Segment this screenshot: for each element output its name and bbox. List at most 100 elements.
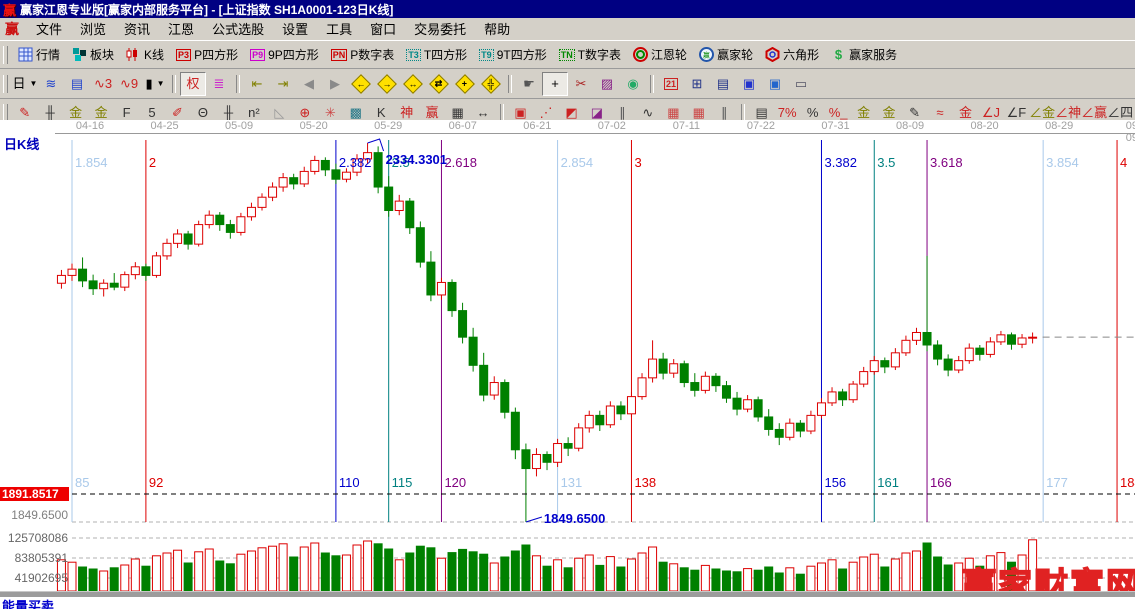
- mark-tool-button[interactable]: ▨: [594, 72, 620, 96]
- save-button[interactable]: ▣: [736, 72, 762, 96]
- calendar-icon: 21: [663, 77, 678, 90]
- erase-tool-button[interactable]: ✂: [568, 72, 594, 96]
- menu-item-帮助[interactable]: 帮助: [475, 20, 519, 39]
- first-page-button[interactable]: ⇤: [244, 72, 270, 96]
- svg-text:177: 177: [1046, 475, 1068, 490]
- winner-service-label: 赢家服务: [849, 48, 898, 62]
- winner-wheel-button[interactable]: 赢赢家轮: [693, 43, 759, 67]
- svg-text:184: 184: [1120, 475, 1135, 490]
- t9-square-button[interactable]: T9 9T四方形: [473, 43, 553, 67]
- menu-item-文件[interactable]: 文件: [27, 20, 71, 39]
- svg-text:166: 166: [930, 475, 952, 490]
- sector-button[interactable]: 板块: [66, 43, 120, 67]
- compress-9-button[interactable]: ∿9: [116, 72, 142, 96]
- draw-pen-icon: ✎: [19, 104, 31, 120]
- pan-hand-button[interactable]: ☛: [516, 72, 542, 96]
- width-arrows-icon: ↔: [476, 104, 490, 120]
- svg-text:3: 3: [634, 155, 641, 170]
- ex-rights-icon: 权: [186, 75, 200, 91]
- t-square-button[interactable]: T3 T四方形: [400, 43, 473, 67]
- shift-left-icon: ←: [351, 73, 371, 94]
- pan-hand-icon: ☛: [523, 75, 535, 91]
- toolbar-grip[interactable]: [3, 103, 8, 122]
- erase-tool-icon: ✂: [575, 75, 587, 91]
- dollar-icon: $: [831, 47, 846, 62]
- p9-square-icon: P9: [250, 48, 266, 61]
- t9-square-label: 9T四方形: [496, 48, 547, 62]
- menu-item-资讯[interactable]: 资讯: [115, 20, 159, 39]
- zoom-full-button[interactable]: ╬: [478, 72, 504, 96]
- indicator-row: 能量买卖: [0, 597, 1135, 609]
- toolbar-grip[interactable]: [3, 74, 8, 93]
- hexagon-icon: [765, 47, 780, 62]
- svg-text:138: 138: [634, 475, 656, 490]
- crosshair-button[interactable]: +: [542, 71, 568, 96]
- indicator-label[interactable]: 能量买卖: [2, 596, 54, 609]
- kline-icon: [126, 47, 141, 62]
- fib-grid-icon: F: [122, 104, 131, 120]
- svg-text:156: 156: [824, 475, 846, 490]
- shift-right-button[interactable]: →: [374, 72, 400, 96]
- winner-service-button[interactable]: $ 赢家服务: [825, 43, 903, 67]
- shrink-x-icon: ⇄: [429, 73, 449, 94]
- period-day-button[interactable]: 日 ▼: [12, 72, 38, 96]
- save-icon: ▣: [742, 75, 756, 91]
- p-square-button[interactable]: P3 P四方形: [170, 43, 244, 67]
- dropdown-caret-icon: ▼: [29, 79, 38, 88]
- chart-canvas[interactable]: 2.51.854852922.382110 1152.6181202.854131…: [0, 120, 1135, 609]
- overlay-window-button[interactable]: ≋: [38, 72, 64, 96]
- toolbar-separator: [236, 74, 240, 93]
- quote-list-button[interactable]: 行情: [12, 43, 66, 67]
- expand-x-button[interactable]: ↔: [400, 72, 426, 96]
- last-page-button[interactable]: ⇥: [270, 72, 296, 96]
- shrink-x-button[interactable]: ⇄: [426, 72, 452, 96]
- svg-text:$: $: [835, 47, 843, 62]
- smart-tool-button[interactable]: ◉: [620, 72, 646, 96]
- print-button[interactable]: ▭: [788, 72, 814, 96]
- kline-button[interactable]: K线: [120, 43, 170, 67]
- child-window-icon[interactable]: 赢: [0, 19, 27, 39]
- calculator-button[interactable]: ⊞: [684, 72, 710, 96]
- shift-left-button[interactable]: ←: [348, 72, 374, 96]
- gann-wheel-label: 江恩轮: [651, 48, 688, 62]
- menu-item-工具[interactable]: 工具: [317, 20, 361, 39]
- percent-7-icon: 7%: [777, 104, 797, 120]
- menu-item-公式选股[interactable]: 公式选股: [203, 20, 273, 39]
- svg-text:161: 161: [877, 475, 899, 490]
- p9-square-button[interactable]: P9 9P四方形: [244, 43, 325, 67]
- menu-item-交易委托[interactable]: 交易委托: [405, 20, 475, 39]
- compress-9-icon: ∿9: [119, 75, 139, 91]
- f10-info-button[interactable]: ▤: [64, 72, 90, 96]
- memo-button[interactable]: ▤: [710, 72, 736, 96]
- page-prev-button[interactable]: ◀: [296, 72, 322, 96]
- print-icon: ▭: [794, 75, 808, 91]
- candle-style-icon: ▮: [145, 75, 153, 91]
- menu-item-设置[interactable]: 设置: [273, 20, 317, 39]
- zoom-in-button[interactable]: +: [452, 72, 478, 96]
- t-number-table-button[interactable]: TN T数字表: [553, 43, 627, 67]
- menu-item-浏览[interactable]: 浏览: [71, 20, 115, 39]
- toolbar-grip[interactable]: [3, 45, 8, 64]
- gold-grid-2-icon: 金: [94, 104, 108, 120]
- ex-rights-button[interactable]: 权: [180, 71, 206, 96]
- candle-style-button[interactable]: ▮ ▼: [142, 72, 168, 96]
- volume-axis-tick: 83805391: [14, 551, 68, 565]
- gold-red-icon: 金: [958, 104, 972, 120]
- p-number-table-button[interactable]: PN P数字表: [325, 43, 401, 67]
- svg-text:2.854: 2.854: [561, 155, 594, 170]
- volume-bars-button[interactable]: ≣: [206, 72, 232, 96]
- menu-item-窗口[interactable]: 窗口: [361, 20, 405, 39]
- winner-wheel-label: 赢家轮: [717, 48, 754, 62]
- menu-item-江恩[interactable]: 江恩: [159, 20, 203, 39]
- kline-label: K线: [144, 48, 165, 62]
- save-web-button[interactable]: ▣: [762, 72, 788, 96]
- compress-3-button[interactable]: ∿3: [90, 72, 116, 96]
- angle-gold-icon: ∠金: [1029, 104, 1056, 120]
- hexagon-button[interactable]: 六角形: [759, 43, 825, 67]
- calendar-button[interactable]: 21: [658, 72, 684, 96]
- page-next-button[interactable]: ▶: [322, 72, 348, 96]
- volume-bars-icon: ≣: [213, 75, 225, 91]
- save-web-icon: ▣: [768, 75, 782, 91]
- price-box-icon: ▣: [514, 104, 527, 120]
- gann-wheel-button[interactable]: 江恩轮: [627, 43, 693, 67]
